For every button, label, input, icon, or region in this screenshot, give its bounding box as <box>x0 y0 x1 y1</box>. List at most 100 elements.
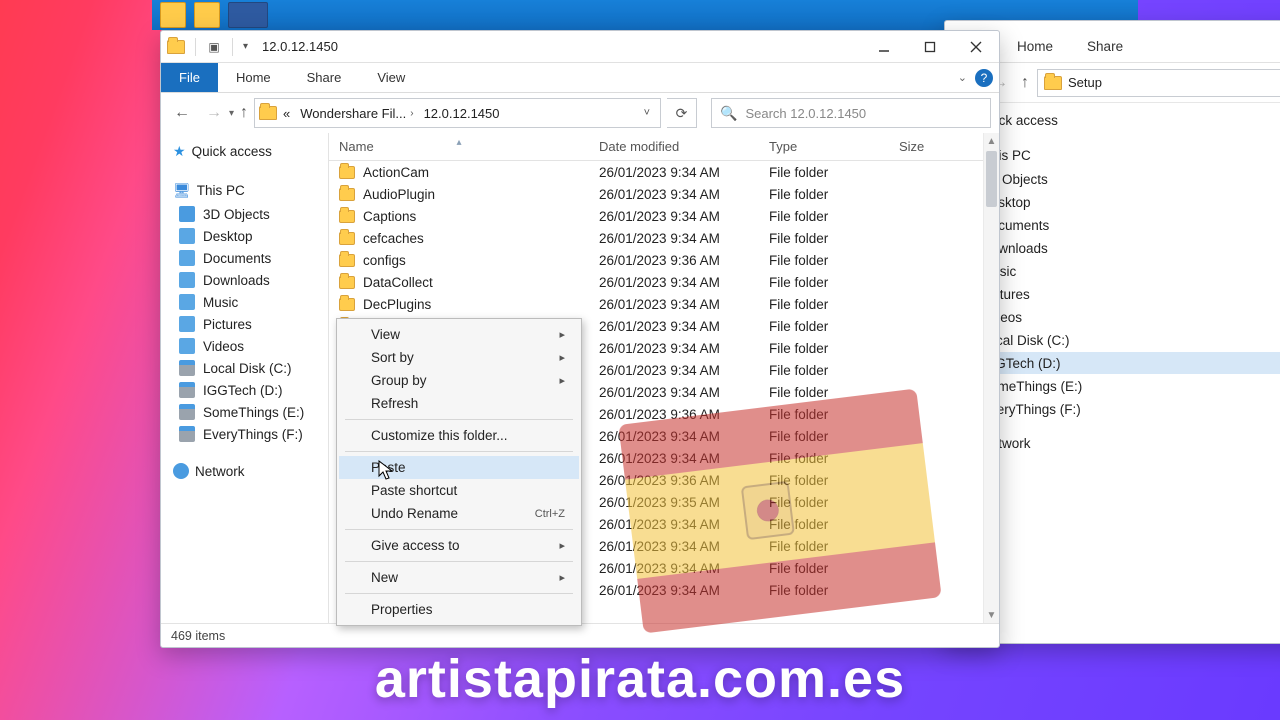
folder-icon <box>259 106 277 120</box>
table-row[interactable]: DecPlugins26/01/2023 9:34 AMFile folder <box>329 293 999 315</box>
file-date: 26/01/2023 9:34 AM <box>589 561 759 576</box>
sidebar-item[interactable]: Downloads <box>161 269 328 291</box>
file-name: AudioPlugin <box>363 187 435 202</box>
breadcrumb-overflow[interactable]: « <box>279 106 294 121</box>
close-button[interactable] <box>953 31 999 63</box>
menu-sort-by[interactable]: Sort by▸ <box>339 346 579 369</box>
sidebar-item[interactable]: Local Disk (C:) <box>161 357 328 379</box>
menu-group-by[interactable]: Group by▸ <box>339 369 579 392</box>
taskbar-psd-icon[interactable] <box>228 2 268 28</box>
address-bar[interactable]: « Wondershare Fil...› 12.0.12.1450 ˅ <box>254 98 661 128</box>
properties-icon[interactable]: ▣ <box>206 39 222 55</box>
help-icon[interactable]: ? <box>975 69 993 87</box>
address-dropdown-icon[interactable]: ˅ <box>638 107 656 119</box>
tab-home[interactable]: Home <box>218 63 289 92</box>
menu-separator <box>345 529 573 530</box>
refresh-button[interactable]: ⟳ <box>667 98 697 128</box>
file-date: 26/01/2023 9:34 AM <box>589 209 759 224</box>
file-type: File folder <box>759 429 889 444</box>
tab-share[interactable]: Share <box>1073 35 1137 58</box>
navigation-row: ← → ▾ ↑ « Wondershare Fil...› 12.0.12.14… <box>161 93 999 133</box>
menu-new[interactable]: New▸ <box>339 566 579 589</box>
menu-customize-folder[interactable]: Customize this folder... <box>339 424 579 447</box>
tab-home[interactable]: Home <box>1003 35 1067 58</box>
tab-view[interactable]: View <box>359 63 423 92</box>
menu-paste[interactable]: Paste <box>339 456 579 479</box>
menu-separator <box>345 561 573 562</box>
tab-share[interactable]: Share <box>289 63 360 92</box>
column-type[interactable]: Type <box>759 139 889 154</box>
table-row[interactable]: Captions26/01/2023 9:34 AMFile folder <box>329 205 999 227</box>
sidebar-item[interactable]: Desktop <box>161 225 328 247</box>
file-name: DecPlugins <box>363 297 431 312</box>
menu-view[interactable]: View▸ <box>339 323 579 346</box>
scroll-up-icon[interactable]: ▲ <box>984 133 999 149</box>
sidebar-item[interactable]: 3D Objects <box>161 203 328 225</box>
file-date: 26/01/2023 9:36 AM <box>589 253 759 268</box>
maximize-button[interactable] <box>907 31 953 63</box>
address-segment[interactable]: Setup <box>1068 75 1102 90</box>
file-type: File folder <box>759 561 889 576</box>
file-date: 26/01/2023 9:35 AM <box>589 495 759 510</box>
history-dropdown-icon[interactable]: ▾ <box>229 108 234 119</box>
tab-file[interactable]: File <box>161 63 218 92</box>
sidebar-item[interactable]: SomeThings (E:) <box>161 401 328 423</box>
address-bar[interactable]: Setup <box>1037 69 1280 97</box>
menu-undo-rename[interactable]: Undo RenameCtrl+Z <box>339 502 579 525</box>
breadcrumb-segment[interactable]: 12.0.12.1450 <box>420 106 504 121</box>
scrollbar-thumb[interactable] <box>986 151 997 207</box>
table-row[interactable]: DataCollect26/01/2023 9:34 AMFile folder <box>329 271 999 293</box>
status-item-count: 469 items <box>171 629 225 643</box>
sidebar-quick-access[interactable]: ★Quick access <box>161 139 328 164</box>
title-bar[interactable]: ▣ ▾ 12.0.12.1450 <box>161 31 999 63</box>
up-one-level-icon[interactable]: ↑ <box>1021 74 1029 92</box>
column-headers[interactable]: ▴Name Date modified Type Size <box>329 133 999 161</box>
column-name[interactable]: ▴Name <box>329 139 589 154</box>
menu-properties[interactable]: Properties <box>339 598 579 621</box>
folder-icon <box>339 276 355 289</box>
file-type: File folder <box>759 363 889 378</box>
column-date[interactable]: Date modified <box>589 139 759 154</box>
minimize-button[interactable] <box>861 31 907 63</box>
table-row[interactable]: configs26/01/2023 9:36 AMFile folder <box>329 249 999 271</box>
file-date: 26/01/2023 9:34 AM <box>589 429 759 444</box>
file-type: File folder <box>759 319 889 334</box>
menu-refresh[interactable]: Refresh <box>339 392 579 415</box>
search-input[interactable]: 🔍 Search 12.0.12.1450 <box>711 98 991 128</box>
menu-separator <box>345 419 573 420</box>
menu-separator <box>345 593 573 594</box>
forward-button[interactable]: → <box>201 100 227 126</box>
table-row[interactable]: ActionCam26/01/2023 9:34 AMFile folder <box>329 161 999 183</box>
vertical-scrollbar[interactable]: ▲ ▼ <box>983 133 999 623</box>
file-name: cefcaches <box>363 231 424 246</box>
chevron-right-icon: ▸ <box>559 571 565 584</box>
chevron-right-icon: ▸ <box>559 539 565 552</box>
file-type: File folder <box>759 495 889 510</box>
search-icon: 🔍 <box>720 105 737 122</box>
search-placeholder: Search 12.0.12.1450 <box>745 106 866 121</box>
up-one-level-button[interactable]: ↑ <box>240 104 248 122</box>
file-type: File folder <box>759 187 889 202</box>
breadcrumb-segment[interactable]: Wondershare Fil...› <box>296 106 417 121</box>
sidebar-item[interactable]: Videos <box>161 335 328 357</box>
table-row[interactable]: AudioPlugin26/01/2023 9:34 AMFile folder <box>329 183 999 205</box>
file-date: 26/01/2023 9:34 AM <box>589 297 759 312</box>
scroll-down-icon[interactable]: ▼ <box>984 607 999 623</box>
sidebar-this-pc[interactable]: 🖥This PC <box>161 178 328 203</box>
sidebar-network[interactable]: Network <box>161 459 328 483</box>
file-date: 26/01/2023 9:34 AM <box>589 165 759 180</box>
back-button[interactable]: ← <box>169 100 195 126</box>
sidebar-item[interactable]: Documents <box>161 247 328 269</box>
menu-paste-shortcut[interactable]: Paste shortcut <box>339 479 579 502</box>
taskbar-folder-icon[interactable] <box>160 2 186 28</box>
qat-customize-icon[interactable]: ▾ <box>243 41 248 52</box>
sidebar-item[interactable]: EveryThings (F:) <box>161 423 328 445</box>
table-row[interactable]: cefcaches26/01/2023 9:34 AMFile folder <box>329 227 999 249</box>
file-date: 26/01/2023 9:36 AM <box>589 473 759 488</box>
sidebar-item[interactable]: Pictures <box>161 313 328 335</box>
ribbon-expand-icon[interactable]: ⌄ <box>958 71 967 84</box>
sidebar-item[interactable]: IGGTech (D:) <box>161 379 328 401</box>
sidebar-item[interactable]: Music <box>161 291 328 313</box>
taskbar-folder-icon[interactable] <box>194 2 220 28</box>
menu-give-access-to[interactable]: Give access to▸ <box>339 534 579 557</box>
